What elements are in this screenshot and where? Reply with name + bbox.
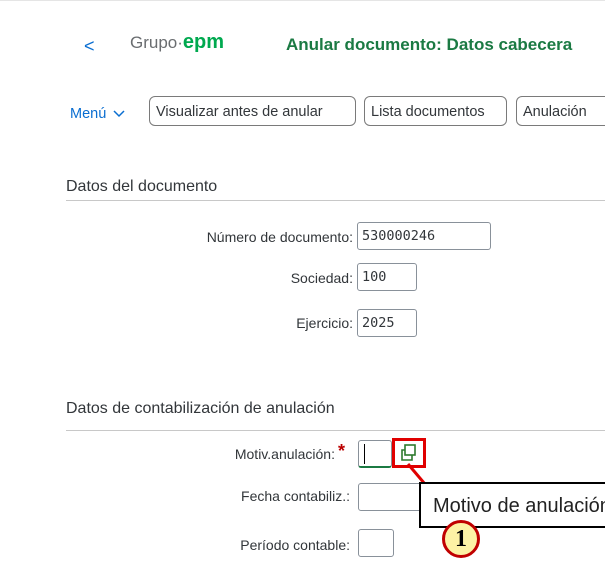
document-number-field[interactable]: 530000246: [357, 222, 491, 250]
company-code-label: Sociedad:: [290, 270, 353, 286]
fiscal-year-label: Ejercicio:: [296, 315, 353, 331]
step-number-badge: 1: [442, 520, 480, 558]
document-section-title: Datos del documento: [66, 178, 218, 195]
logo-prefix: Grupo·: [130, 33, 183, 52]
company-code-field[interactable]: 100: [357, 263, 417, 291]
section-divider: [66, 200, 605, 201]
menu-label: Menú: [70, 106, 107, 122]
company-logo: Grupo·epm: [130, 31, 224, 54]
page-title: Anular documento: Datos cabecera: [286, 35, 573, 54]
logo-brand: epm: [182, 31, 225, 53]
reversal-reason-label: Motiv.anulación:: [234, 446, 335, 462]
reversal-button[interactable]: Anulación: [516, 96, 605, 126]
tooltip: Motivo de anulación: [419, 482, 605, 528]
text-cursor: [364, 444, 365, 464]
required-indicator: *: [338, 441, 346, 461]
posting-period-field[interactable]: [358, 529, 394, 557]
section-divider: [66, 430, 605, 431]
posting-date-label: Fecha contabiliz.:: [241, 488, 350, 504]
reversal-section-title: Datos de contabilización de anulación: [66, 400, 335, 417]
fiscal-year-field[interactable]: 2025: [357, 309, 417, 337]
menu-button[interactable]: Menú: [70, 106, 125, 122]
back-button[interactable]: <: [84, 36, 95, 57]
posting-period-label: Período contable:: [240, 537, 350, 553]
preview-before-reverse-button[interactable]: Visualizar antes de anular: [149, 96, 356, 126]
document-list-button[interactable]: Lista documentos: [364, 96, 507, 126]
document-number-label: Número de documento:: [206, 229, 353, 245]
chevron-down-icon: [113, 110, 125, 118]
